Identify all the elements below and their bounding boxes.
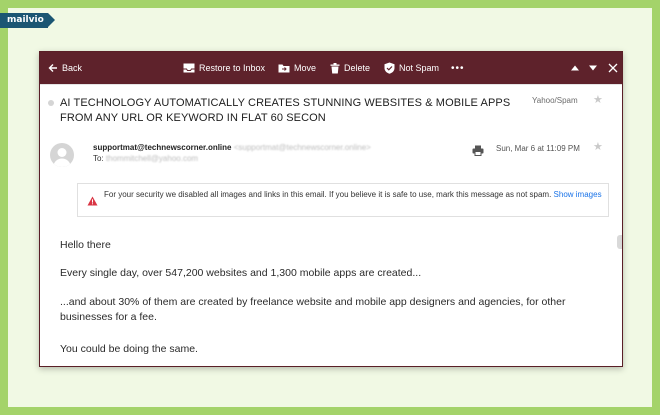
toolbar: Back Restore to Inbox Move Delete Not Sp…	[40, 52, 622, 84]
message-star-icon[interactable]: ★	[593, 140, 603, 153]
more-actions-button[interactable]: •••	[451, 52, 465, 84]
caret-up-icon	[571, 65, 579, 71]
notice-text: For your security we disabled all images…	[104, 190, 552, 199]
sender-name: supportmat@technewscorner.online	[93, 143, 232, 152]
move-button[interactable]: Move	[278, 52, 316, 84]
caret-down-icon	[589, 65, 597, 71]
body-paragraph: Every single day, over 547,200 websites …	[60, 267, 422, 279]
previous-message-button[interactable]	[571, 52, 579, 84]
delete-button[interactable]: Delete	[330, 52, 370, 84]
folder-move-icon	[278, 64, 290, 73]
to-label: To:	[93, 154, 104, 163]
restore-label: Restore to Inbox	[199, 63, 266, 73]
not-spam-button[interactable]: Not Spam	[384, 52, 439, 84]
avatar	[50, 143, 74, 167]
back-button[interactable]: Back	[48, 52, 82, 84]
body-greeting: Hello there	[60, 239, 111, 251]
folder-label: Yahoo/Spam	[532, 96, 578, 105]
recipient-address: thommitchell@yahoo.com	[105, 154, 199, 163]
warning-icon	[87, 196, 98, 206]
brand-logo: mailvio	[0, 13, 55, 28]
printer-icon	[472, 145, 484, 156]
close-icon	[608, 63, 618, 73]
star-icon[interactable]: ★	[593, 93, 603, 106]
close-button[interactable]	[608, 52, 618, 84]
print-button[interactable]	[472, 143, 484, 161]
next-message-button[interactable]	[589, 52, 597, 84]
not-spam-label: Not Spam	[399, 63, 440, 73]
restore-to-inbox-button[interactable]: Restore to Inbox	[183, 52, 265, 84]
back-label: Back	[62, 63, 83, 73]
scroll-indicator[interactable]	[617, 235, 622, 249]
show-images-link[interactable]: Show images	[554, 190, 602, 199]
email-date: Sun, Mar 6 at 11:09 PM	[496, 144, 580, 153]
email-window: Back Restore to Inbox Move Delete Not Sp…	[39, 51, 623, 367]
recipient: To: thommitchell@yahoo.com	[93, 154, 198, 163]
trash-icon	[330, 62, 340, 73]
toolbar-divider	[40, 84, 622, 85]
email-subject: AI TECHNOLOGY AUTOMATICALLY CREATES STUN…	[60, 97, 511, 124]
delete-label: Delete	[344, 63, 371, 73]
inbox-icon	[183, 63, 195, 73]
security-notice: For your security we disabled all images…	[77, 183, 609, 217]
shield-icon	[384, 62, 395, 74]
body-paragraph: ...and about 30% of them are created by …	[60, 296, 566, 323]
body-paragraph: You could be doing the same.	[60, 343, 198, 355]
arrow-left-icon	[48, 64, 57, 72]
sender[interactable]: supportmat@technewscorner.online <suppor…	[93, 143, 371, 152]
read-status-dot[interactable]	[48, 100, 54, 106]
move-label: Move	[294, 63, 317, 73]
sender-address: <supportmat@technewscorner.online>	[233, 143, 371, 152]
